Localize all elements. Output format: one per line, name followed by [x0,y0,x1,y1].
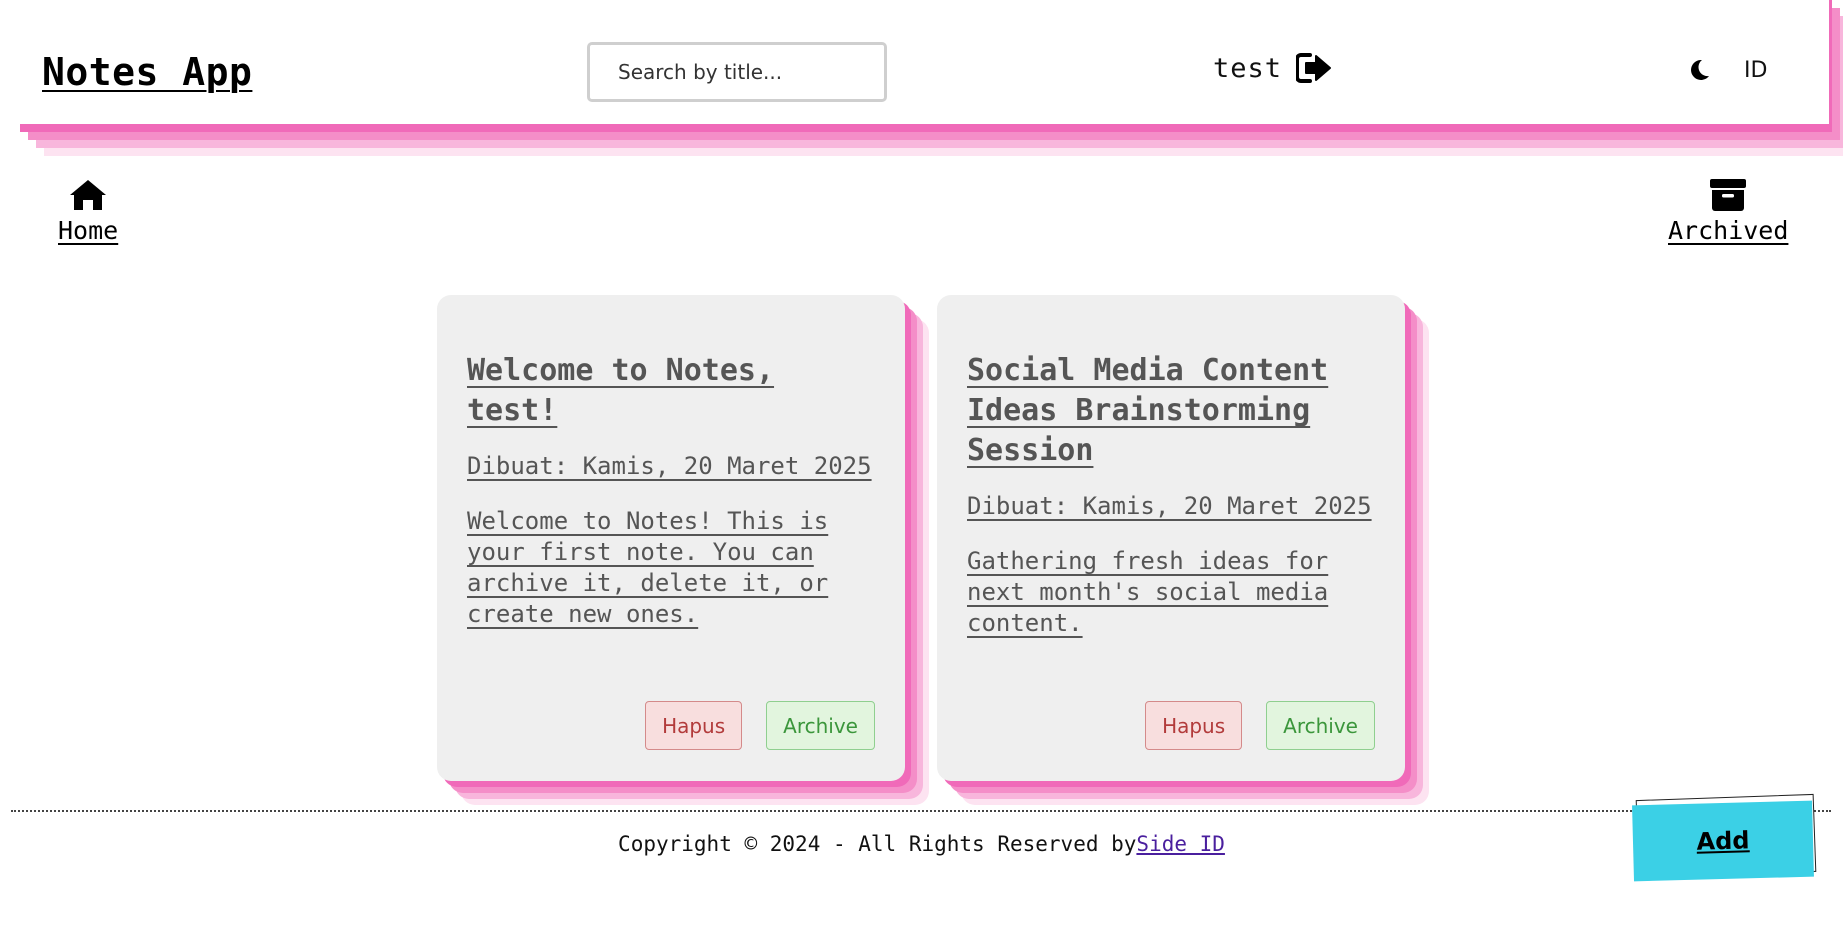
archive-box-icon [1710,179,1747,211]
note-body: Welcome to Notes! This is your first not… [467,507,829,628]
user-name: test [1213,52,1283,84]
add-note-wrapper: Add [1632,793,1817,882]
sign-out-icon [1296,53,1332,83]
delete-button[interactable]: Hapus [1145,701,1243,750]
note-title-link[interactable]: Welcome to Notes, test! [467,351,875,431]
nav-archived-link[interactable]: Archived [1668,178,1788,245]
footer-copyright: Copyright © 2024 - All Rights Reserved b… [0,832,1843,856]
nav-home-label: Home [58,216,119,245]
nav-archived-label: Archived [1668,216,1789,245]
logout-button[interactable] [1296,52,1332,84]
moon-icon [1691,59,1709,80]
user-block: test [1213,52,1332,84]
app-header: Notes App test ID [20,0,1832,132]
note-date: Dibuat: Kamis, 20 Maret 2025 [467,452,872,480]
copyright-text: Copyright © 2024 - All Rights Reserved b… [618,832,1137,856]
note-body: Gathering fresh ideas for next month's s… [967,547,1329,637]
footer-author-link[interactable]: Side ID [1136,832,1225,856]
note-date: Dibuat: Kamis, 20 Maret 2025 [967,492,1372,520]
note-actions: Hapus Archive [1145,701,1375,750]
app-title-link[interactable]: Notes App [42,50,252,94]
note-card: Social Media Content Ideas Brainstorming… [937,295,1405,781]
search-input[interactable] [587,42,887,102]
note-card: Welcome to Notes, test! Dibuat: Kamis, 2… [437,295,905,781]
note-title-link[interactable]: Social Media Content Ideas Brainstorming… [967,351,1375,471]
note-actions: Hapus Archive [645,701,875,750]
footer-divider [11,810,1831,812]
language-toggle-button[interactable]: ID [1744,58,1767,83]
nav-home-link[interactable]: Home [58,178,118,245]
delete-button[interactable]: Hapus [645,701,743,750]
archive-button[interactable]: Archive [766,701,875,750]
theme-toggle-button[interactable] [1688,58,1710,82]
home-icon [70,180,107,210]
add-note-button[interactable]: Add [1632,800,1814,882]
archive-button[interactable]: Archive [1266,701,1375,750]
